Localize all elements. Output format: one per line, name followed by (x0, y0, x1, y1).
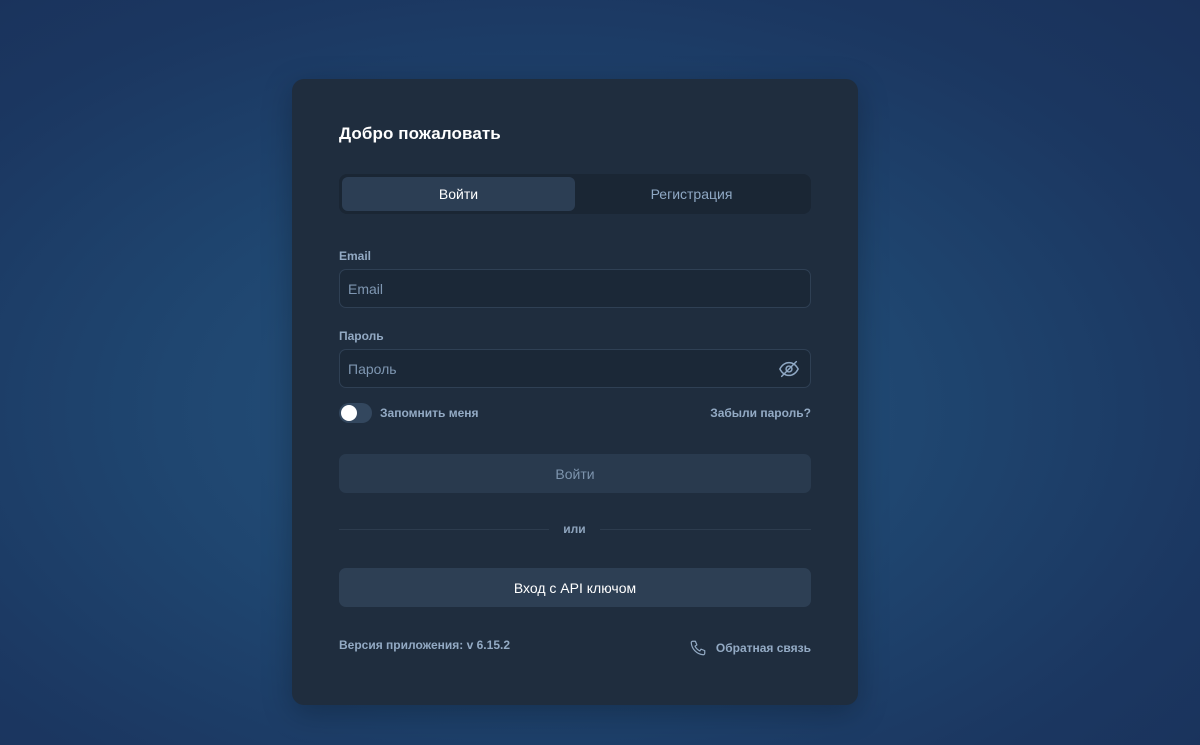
toggle-knob (341, 405, 357, 421)
password-field[interactable] (339, 349, 811, 388)
divider-right (600, 529, 811, 530)
app-version: Версия приложения: v 6.15.2 (339, 638, 510, 652)
remember-label: Запомнить меня (380, 406, 479, 420)
email-label: Email (339, 249, 372, 263)
tab-login[interactable]: Войти (342, 177, 575, 211)
forgot-password-link[interactable]: Забыли пароль? (710, 406, 811, 420)
phone-icon (690, 640, 706, 656)
remember-toggle[interactable] (339, 403, 372, 423)
page-title: Добро пожаловать (339, 124, 501, 143)
divider-left (339, 529, 549, 530)
email-field[interactable] (339, 269, 811, 308)
divider-text: или (563, 522, 586, 536)
eye-off-icon[interactable] (778, 358, 800, 380)
password-label: Пароль (339, 329, 384, 343)
tab-register[interactable]: Регистрация (575, 177, 808, 211)
login-button[interactable]: Войти (339, 454, 811, 493)
feedback-label: Обратная связь (715, 641, 811, 655)
feedback-link[interactable]: Обратная связь (689, 639, 811, 657)
login-card: Добро пожаловать Войти Регистрация Email… (292, 79, 858, 705)
api-key-login-button[interactable]: Вход с API ключом (339, 568, 811, 607)
auth-tabs: Войти Регистрация (339, 174, 811, 214)
